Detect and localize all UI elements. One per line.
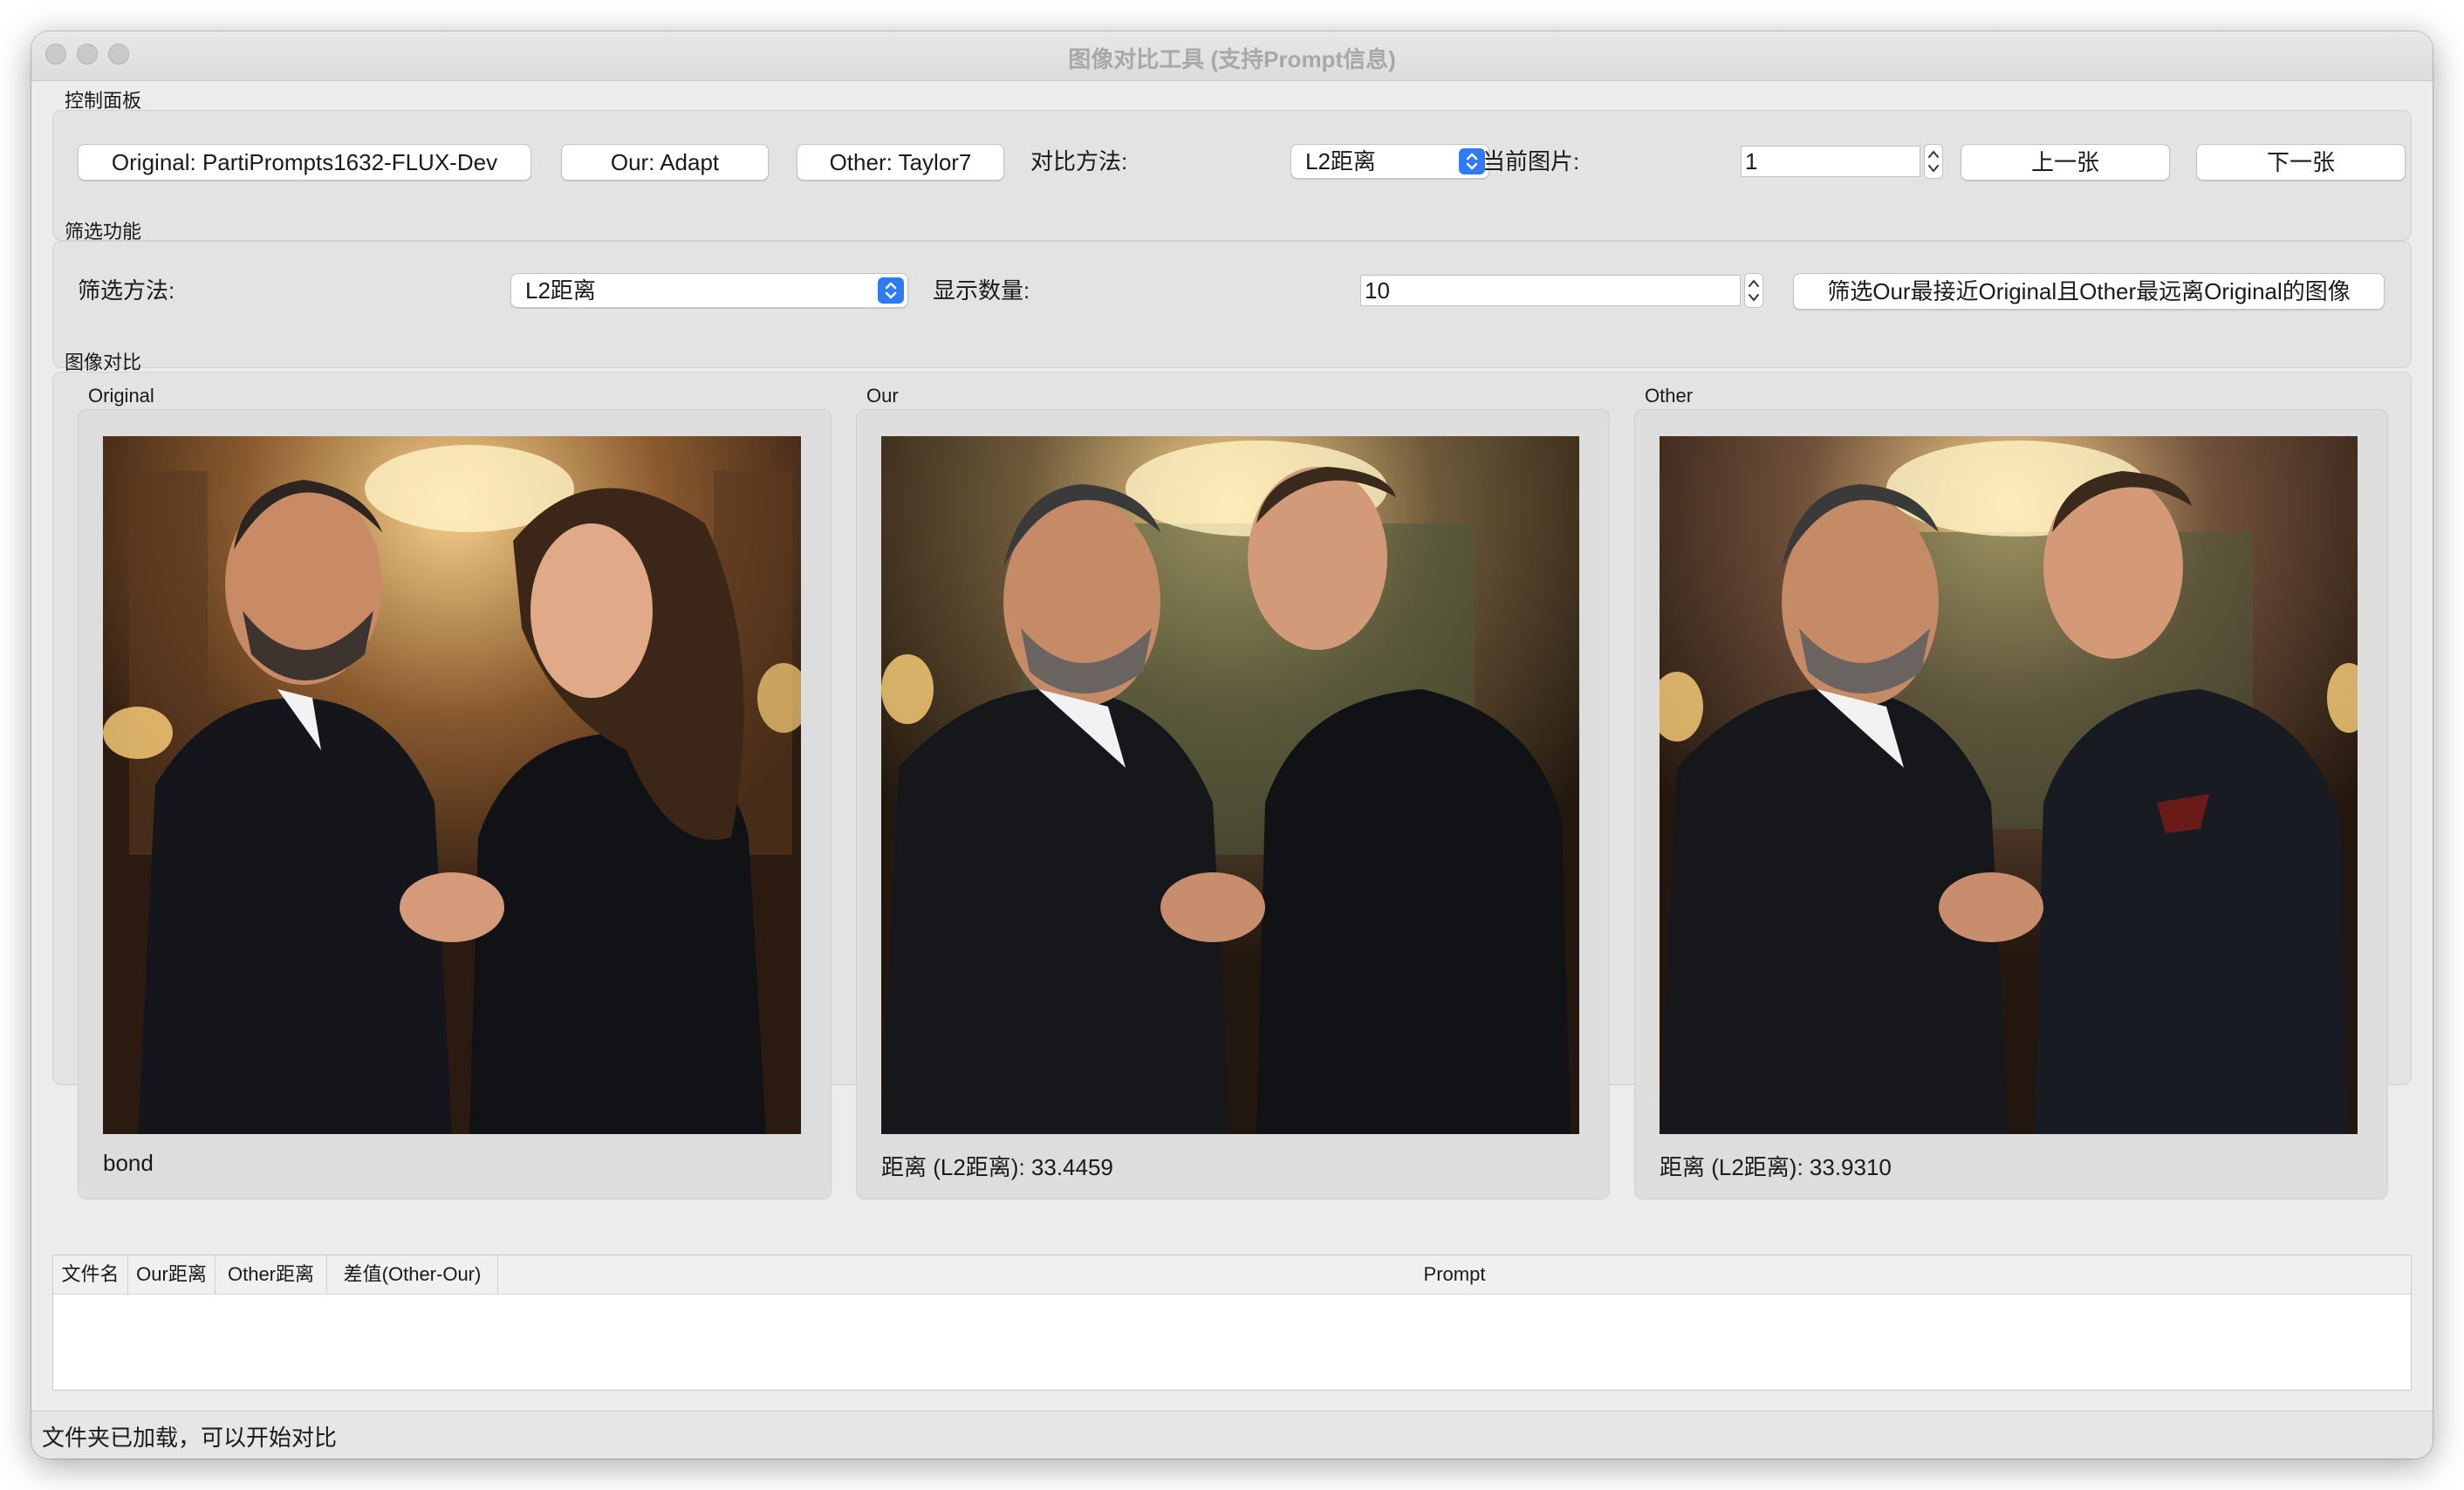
display-count-label: 显示数量: — [933, 277, 1030, 304]
app-window: 图像对比工具 (支持Prompt信息) 控制面板 Original: Parti… — [31, 31, 2433, 1459]
display-count-stepper[interactable] — [1744, 273, 1763, 308]
table-header: 文件名 Our距离 Other距离 差值(Other-Our) Prompt — [53, 1255, 2411, 1295]
filter-images-button[interactable]: 筛选Our最接近Original且Other最远离Original的图像 — [1793, 273, 2385, 310]
chevron-updown-icon — [1459, 148, 1485, 174]
current-image-input[interactable]: 1 — [1741, 146, 1920, 177]
compare-method-label: 对比方法: — [1030, 148, 1128, 174]
our-folder-button[interactable]: Our: Adapt — [561, 144, 769, 181]
other-image-label: Other — [1645, 385, 1694, 407]
our-image-panel: 距离 (L2距离): 33.4459 — [856, 409, 1610, 1200]
original-image-panel: bond — [78, 409, 832, 1200]
other-image-panel: 距离 (L2距离): 33.9310 — [1634, 409, 2388, 1200]
current-image-stepper[interactable] — [1924, 144, 1943, 179]
compare-method-value: L2距离 — [1305, 148, 1376, 174]
original-folder-button[interactable]: Original: PartiPrompts1632-FLUX-Dev — [78, 144, 531, 181]
column-difference[interactable]: 差值(Other-Our) — [327, 1255, 498, 1294]
chevron-updown-icon — [878, 277, 904, 304]
column-prompt[interactable]: Prompt — [498, 1255, 2411, 1294]
current-image-label: 当前图片: — [1482, 148, 1580, 174]
filter-method-label: 筛选方法: — [78, 277, 175, 304]
status-text: 文件夹已加载，可以开始对比 — [42, 1425, 338, 1451]
our-caption: 距离 (L2距离): 33.4459 — [881, 1154, 1113, 1180]
display-count-value: 10 — [1365, 277, 1390, 304]
original-image-label: Original — [88, 385, 154, 407]
filter-panel: 筛选方法: L2距离 显示数量: 10 筛选Our最接近Original且Oth… — [52, 241, 2412, 368]
our-image — [881, 436, 1579, 1134]
other-folder-button[interactable]: Other: Taylor7 — [797, 144, 1004, 181]
filter-method-select[interactable]: L2距离 — [510, 273, 908, 308]
window-title: 图像对比工具 (支持Prompt信息) — [1068, 46, 1396, 72]
status-bar: 文件夹已加载，可以开始对比 — [31, 1411, 2433, 1459]
original-caption: bond — [103, 1150, 154, 1176]
filter-method-value: L2距离 — [525, 277, 596, 304]
current-image-value: 1 — [1745, 148, 1758, 174]
compare-method-select[interactable]: L2距离 — [1290, 144, 1489, 179]
our-image-label: Our — [866, 385, 899, 407]
stepper-arrows-icon — [1928, 150, 1939, 173]
column-other-distance[interactable]: Other距离 — [216, 1255, 327, 1294]
stepper-arrows-icon — [1749, 279, 1759, 302]
next-image-button[interactable]: 下一张 — [2196, 144, 2406, 181]
display-count-input[interactable]: 10 — [1360, 275, 1741, 306]
other-caption: 距离 (L2距离): 33.9310 — [1660, 1154, 1892, 1180]
results-table[interactable]: 文件名 Our距离 Other距离 差值(Other-Our) Prompt — [52, 1254, 2412, 1391]
title-bar: 图像对比工具 (支持Prompt信息) — [31, 31, 2433, 81]
other-image — [1660, 436, 2358, 1134]
compare-panel: Original bond Our 距离 (L2距离): 33.4459 Oth… — [52, 372, 2412, 1200]
prev-image-button[interactable]: 上一张 — [1961, 144, 2170, 181]
original-image — [103, 436, 801, 1134]
column-filename[interactable]: 文件名 — [53, 1255, 128, 1294]
control-panel: Original: PartiPrompts1632-FLUX-Dev Our:… — [52, 110, 2412, 241]
column-our-distance[interactable]: Our距离 — [128, 1255, 216, 1294]
